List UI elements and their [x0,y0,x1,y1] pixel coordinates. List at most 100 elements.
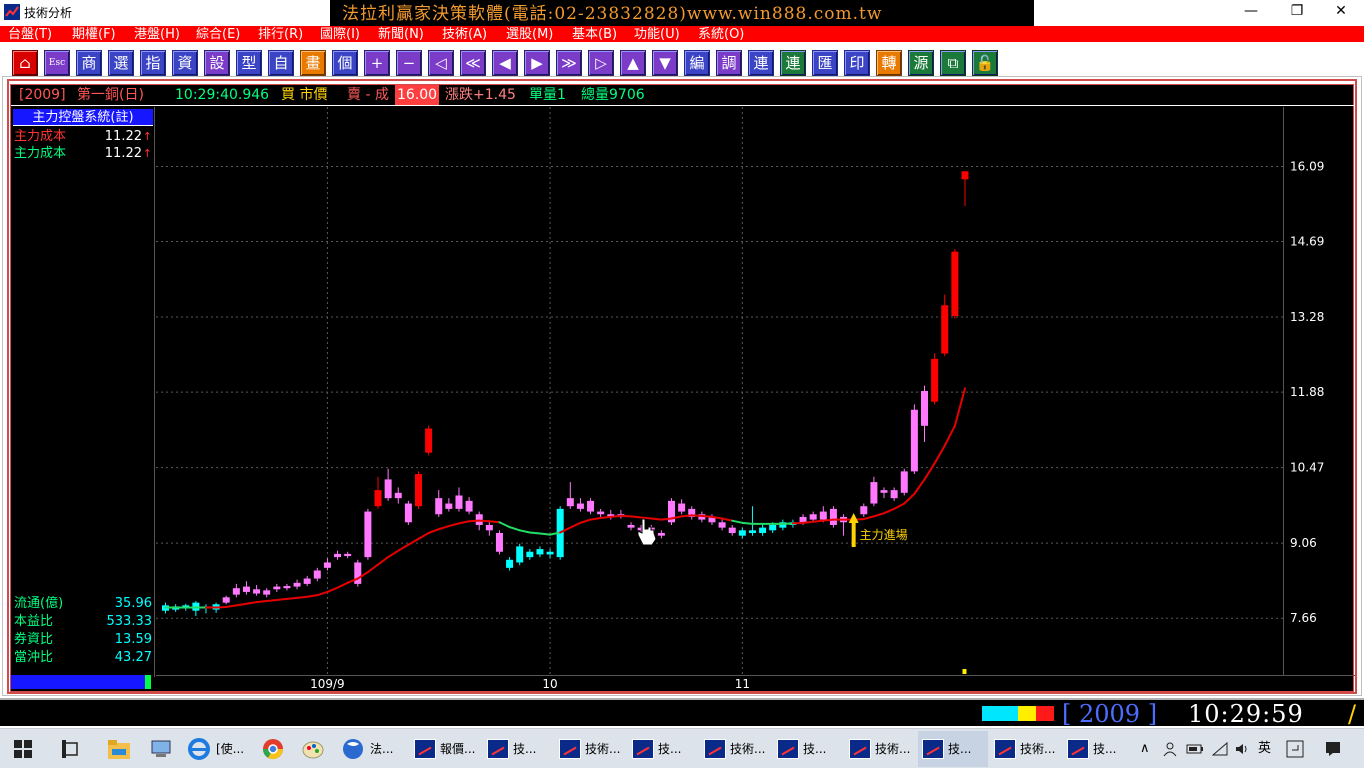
task-tech-8[interactable]: 技術... [990,731,1060,767]
task-view-icon[interactable] [62,740,82,758]
export-button[interactable]: 匯 [812,50,838,76]
task-tech-9[interactable]: 技... [1063,731,1133,767]
file-explorer-icon[interactable] [108,739,130,759]
product-button[interactable]: 商 [76,50,102,76]
menu-item[interactable]: 台盤(T) [8,26,52,42]
task-browser-1[interactable]: [使... [212,731,252,767]
single-button[interactable]: 個 [332,50,358,76]
menu-item[interactable]: 排行(R) [258,26,303,42]
scroll-left-button[interactable]: ◁ [428,50,454,76]
task-tech-1[interactable]: 技... [483,731,553,767]
menu-item[interactable]: 選股(M) [506,26,553,42]
window-button[interactable]: ⧉ [940,50,966,76]
chart-window[interactable]: [2009] 第一銅(日) 10:29:40.946 買 市價 賣 - 成 16… [10,84,1355,692]
close-button[interactable]: ✕ [1318,0,1364,24]
link-button[interactable]: 連 [748,50,774,76]
draw-button[interactable]: 畫 [300,50,326,76]
select-button[interactable]: 選 [108,50,134,76]
menu-item[interactable]: 港盤(H) [134,26,180,42]
candle-body [495,533,503,552]
edit-button[interactable]: 編 [684,50,710,76]
up-button[interactable]: ▲ [620,50,646,76]
menu-item[interactable]: 功能(U) [634,26,680,42]
candlestick-plot[interactable]: 主力進場 [156,107,1283,675]
chrome-icon[interactable] [262,738,284,760]
restore-button[interactable]: ❐ [1274,0,1320,24]
scroll-strip[interactable] [11,675,151,689]
task-tech-7[interactable]: 技... [918,731,988,767]
home-button[interactable]: ⌂ [12,50,38,76]
annotation-label: 主力進場 [860,528,908,542]
down-button[interactable]: ▼ [652,50,678,76]
task-tech-4[interactable]: 技術... [700,731,770,767]
step-left-button[interactable]: ◀ [492,50,518,76]
battery-icon[interactable] [1186,742,1204,756]
x-tick-label: 10 [542,677,557,691]
unlock-button[interactable]: 🔓 [972,50,998,76]
volume-icon[interactable] [1234,741,1250,757]
stat-row: 流通(億) 35.96 [14,595,154,613]
menu-item[interactable]: 系統(O) [698,26,744,42]
candle-body [465,500,473,512]
ma-line-segment [326,586,339,593]
step-right-button[interactable]: ▶ [524,50,550,76]
people-icon[interactable] [1162,741,1178,757]
hand-pointer-icon [637,518,657,546]
task-quote[interactable]: 報價... [410,731,480,767]
candle-body [384,479,392,499]
zoom-out-button[interactable]: − [396,50,422,76]
escape-button[interactable]: Esc [44,50,70,76]
menu-item[interactable]: 期權(F) [72,26,116,42]
desktop-icon[interactable] [150,739,172,759]
task-tech-6[interactable]: 技術... [845,731,915,767]
scroll-thumb[interactable] [145,675,151,689]
ie-browser-icon[interactable] [188,738,210,760]
menu-item[interactable]: 技術(A) [442,26,487,42]
fast-right-button[interactable]: ≫ [556,50,582,76]
menu-item[interactable]: 新聞(N) [378,26,424,42]
chevron-up-icon[interactable]: ∧ [1140,729,1150,768]
task-tech-5[interactable]: 技... [773,731,843,767]
stat-row: 本益比 533.33 [14,613,154,631]
zoom-in-button[interactable]: + [364,50,390,76]
status-code[interactable]: [ 2009 ] [1062,702,1157,726]
ma-line-segment [488,520,501,524]
minimize-button[interactable]: — [1228,0,1274,24]
pattern-button[interactable]: 型 [236,50,262,76]
ma-line-segment [447,522,460,528]
fast-left-button[interactable]: ≪ [460,50,486,76]
candle-body [323,562,331,568]
task-tech-2[interactable]: 技術... [555,731,625,767]
menu-item[interactable]: 基本(B) [572,26,617,42]
input-mode-icon[interactable] [1286,740,1304,758]
task-app-1[interactable]: 法... [366,731,406,767]
wifi-icon[interactable] [1212,741,1228,757]
ma-line-segment [802,520,815,524]
up-arrow-icon [848,513,859,548]
source-button[interactable]: 源 [908,50,934,76]
notification-icon[interactable] [1324,740,1342,758]
task-tech-3[interactable]: 技... [628,731,698,767]
ime-indicator[interactable]: 英 [1258,729,1271,768]
candle-body [748,530,756,533]
ma-line-segment [862,515,875,521]
app-globe-icon[interactable] [342,738,364,760]
adjust-button[interactable]: 調 [716,50,742,76]
stat-label: 當沖比 [14,650,54,665]
menu-item[interactable]: 國際(I) [320,26,360,42]
index-button[interactable]: 指 [140,50,166,76]
settings-button[interactable]: 設 [204,50,230,76]
panel-header[interactable]: 主力控盤系統(註) [13,109,153,126]
link2-button[interactable]: 連 [780,50,806,76]
info-button[interactable]: 資 [172,50,198,76]
print-button[interactable]: 印 [844,50,870,76]
custom-button[interactable]: 自 [268,50,294,76]
windows-start-icon[interactable] [14,740,32,758]
paint-icon[interactable] [302,738,324,760]
menu-item[interactable]: 綜合(E) [196,26,240,42]
ma-line-segment [366,563,380,574]
convert-button[interactable]: 轉 [876,50,902,76]
ma-line-segment [609,514,622,518]
ma-line-segment [721,517,734,522]
scroll-right-button[interactable]: ▷ [588,50,614,76]
